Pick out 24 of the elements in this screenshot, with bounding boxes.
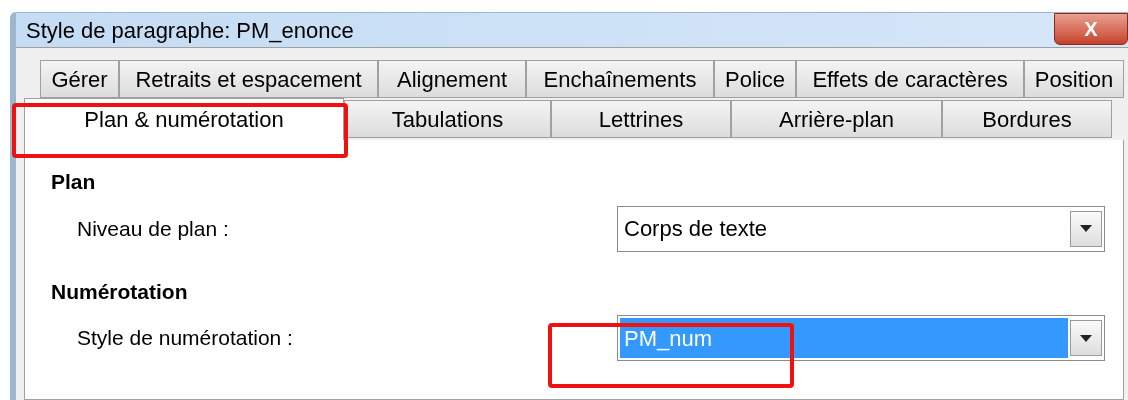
tab[interactable]: Bordures [942, 100, 1112, 138]
tab[interactable]: Retraits et espacement [119, 60, 378, 98]
tab[interactable]: Lettrines [551, 100, 731, 138]
tab[interactable]: Position [1024, 60, 1124, 98]
field-label: Niveau de plan : [77, 215, 230, 242]
tab[interactable]: Effets de caractères [796, 60, 1024, 98]
dropdown-button[interactable] [1070, 210, 1102, 247]
tab[interactable]: Gérer [40, 60, 119, 98]
caret-icon [1080, 225, 1092, 232]
dropdown-value: Corps de texte [623, 215, 769, 243]
dropdown[interactable]: Corps de texte [617, 205, 1105, 252]
window-title: Style de paragraphe: PM_enonce [26, 16, 354, 45]
dropdown-value: PM_num [620, 318, 1068, 358]
section-heading: Plan [51, 169, 97, 195]
dropdown-button[interactable] [1070, 320, 1102, 356]
tab[interactable]: Police [714, 60, 796, 98]
section-heading: Numérotation [51, 278, 189, 305]
caret-icon [1080, 334, 1092, 342]
tab[interactable]: Tabulations [344, 100, 551, 138]
tab[interactable]: Enchaînements [526, 60, 714, 98]
tab[interactable]: Plan & numérotation [24, 98, 344, 140]
tab[interactable]: Alignement [378, 60, 526, 98]
field-label: Style de numérotation : [77, 325, 294, 352]
tab[interactable]: Arrière-plan [731, 100, 942, 138]
